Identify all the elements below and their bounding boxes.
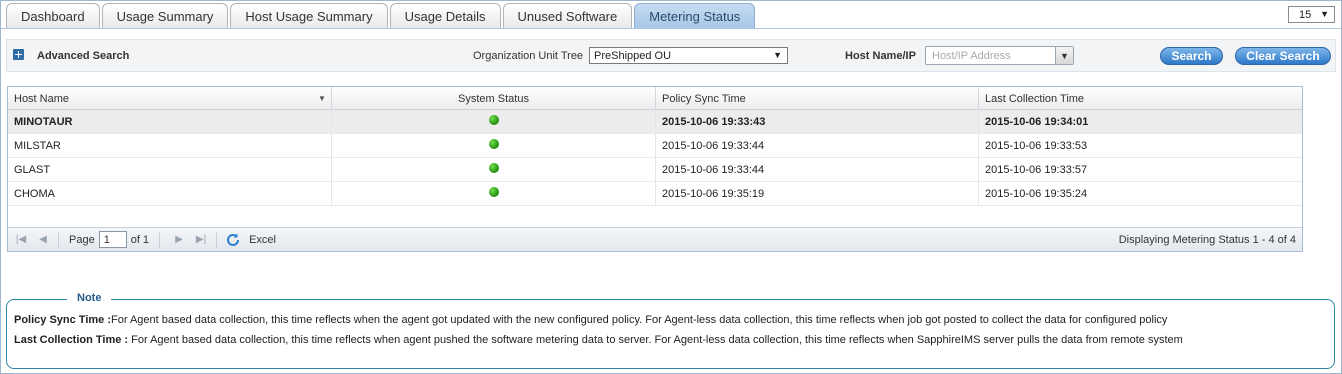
ou-tree-select[interactable]: PreShipped OU ▼	[589, 47, 788, 64]
policy-sync-cell: 2015-10-06 19:33:44	[656, 134, 979, 157]
last-collection-cell: 2015-10-06 19:33:53	[985, 139, 1088, 152]
tab-unused-software[interactable]: Unused Software	[502, 3, 633, 28]
next-page-icon[interactable]: ▶	[170, 232, 188, 248]
column-header-last-collection-time[interactable]: Last Collection Time	[979, 87, 1302, 110]
policy-sync-cell: 2015-10-06 19:33:44	[656, 158, 979, 181]
status-online-icon	[488, 114, 499, 125]
system-status-cell	[332, 110, 656, 133]
host-name-cell: CHOMA	[8, 182, 332, 205]
note-description: For Agent based data collection, this ti…	[111, 314, 1168, 326]
system-status-cell	[332, 182, 656, 205]
note-term: Last Collection Time :	[14, 334, 129, 346]
page-label: Page	[69, 233, 95, 246]
policy-sync-cell: 2015-10-06 19:35:19	[656, 182, 979, 205]
page-count-label: of 1	[130, 233, 150, 246]
note-panel: Note Policy Sync Time :For Agent based d…	[6, 292, 1335, 369]
chevron-down-icon[interactable]: ▼	[1055, 47, 1073, 64]
chevron-down-icon: ▼	[1320, 9, 1329, 19]
toolbar-separator	[216, 231, 218, 248]
refresh-icon[interactable]	[225, 232, 241, 248]
clear-search-button[interactable]: Clear Search	[1235, 47, 1331, 65]
status-online-icon	[488, 186, 499, 197]
host-name-cell: GLAST	[8, 158, 332, 181]
toolbar-separator	[159, 231, 161, 248]
host-ip-input[interactable]: Host/IP Address ▼	[925, 46, 1074, 65]
table-row[interactable]: GLAST 2015-10-06 19:33:44 2015-10-06 19:…	[8, 158, 1302, 182]
column-header-policy-sync-time[interactable]: Policy Sync Time	[656, 87, 979, 110]
page-size-value: 15	[1299, 8, 1312, 21]
system-status-cell	[332, 158, 656, 181]
column-header-label: Policy Sync Time	[662, 92, 746, 105]
ou-tree-value: PreShipped OU	[594, 49, 672, 62]
last-page-icon[interactable]: ▶|	[192, 232, 210, 248]
note-title: Note	[67, 292, 112, 304]
table-row[interactable]: MINOTAUR 2015-10-06 19:33:43 2015-10-06 …	[8, 110, 1302, 134]
system-status-cell	[332, 134, 656, 157]
search-button[interactable]: Search	[1160, 47, 1223, 65]
note-policy-sync: Policy Sync Time :For Agent based data c…	[14, 314, 1167, 326]
status-online-icon	[488, 162, 499, 173]
tab-divider	[1, 28, 1341, 29]
table-row[interactable]: MILSTAR 2015-10-06 19:33:44 2015-10-06 1…	[8, 134, 1302, 158]
table-row[interactable]: CHOMA 2015-10-06 19:35:19 2015-10-06 19:…	[8, 182, 1302, 206]
first-page-icon[interactable]: |◀	[12, 232, 30, 248]
host-name-label: Host Name/IP	[845, 50, 916, 62]
policy-sync-cell: 2015-10-06 19:33:43	[656, 110, 979, 133]
tab-metering-status[interactable]: Metering Status	[634, 3, 756, 28]
toolbar-separator	[58, 231, 59, 248]
grid-header: Host Name ▼ System Status Policy Sync Ti…	[8, 87, 1302, 110]
tab-usage-summary[interactable]: Usage Summary	[101, 3, 229, 28]
column-header-label: Last Collection Time	[985, 92, 1085, 105]
metering-status-grid: Host Name ▼ System Status Policy Sync Ti…	[7, 86, 1303, 252]
host-name-cell: MINOTAUR	[8, 110, 332, 133]
last-collection-cell: 2015-10-06 19:35:24	[985, 187, 1088, 200]
search-bar: Advanced Search Organization Unit Tree P…	[6, 39, 1336, 72]
metering-status-panel: Dashboard Usage Summary Host Usage Summa…	[0, 0, 1342, 374]
column-header-host-name[interactable]: Host Name ▼	[8, 87, 332, 110]
host-name-cell: MILSTAR	[8, 134, 332, 157]
paging-summary: Displaying Metering Status 1 - 4 of 4	[1118, 234, 1296, 246]
excel-export-button[interactable]: Excel	[249, 234, 276, 246]
advanced-search-link[interactable]: Advanced Search	[37, 50, 129, 62]
paging-toolbar: |◀ ◀ Page 1 of 1 ▶ ▶| Excel Displaying M…	[8, 227, 1302, 251]
column-header-label: Host Name	[14, 92, 70, 105]
ou-tree-label: Organization Unit Tree	[473, 50, 584, 62]
column-header-label: System Status	[458, 92, 529, 105]
status-online-icon	[488, 138, 499, 149]
last-collection-cell: 2015-10-06 19:34:01	[985, 115, 1089, 128]
expand-plus-icon[interactable]	[13, 49, 24, 60]
page-number-input[interactable]: 1	[98, 231, 127, 248]
note-term: Policy Sync Time :	[14, 314, 112, 326]
note-description: For Agent based data collection, this ti…	[128, 334, 1183, 346]
grid-body: MINOTAUR 2015-10-06 19:33:43 2015-10-06 …	[8, 110, 1302, 206]
column-menu-icon[interactable]: ▼	[315, 87, 329, 109]
note-last-collection: Last Collection Time : For Agent based d…	[14, 334, 1183, 346]
chevron-down-icon: ▼	[773, 50, 782, 60]
page-size-select[interactable]: 15 ▼	[1288, 6, 1335, 23]
last-collection-cell: 2015-10-06 19:33:57	[985, 163, 1088, 176]
prev-page-icon[interactable]: ◀	[34, 232, 52, 248]
tab-bar: Dashboard Usage Summary Host Usage Summa…	[6, 3, 756, 29]
tab-usage-details[interactable]: Usage Details	[389, 3, 501, 28]
column-header-system-status[interactable]: System Status	[332, 87, 656, 110]
tab-host-usage-summary[interactable]: Host Usage Summary	[230, 3, 388, 28]
tab-dashboard[interactable]: Dashboard	[6, 3, 100, 28]
host-ip-placeholder: Host/IP Address	[932, 49, 1011, 62]
